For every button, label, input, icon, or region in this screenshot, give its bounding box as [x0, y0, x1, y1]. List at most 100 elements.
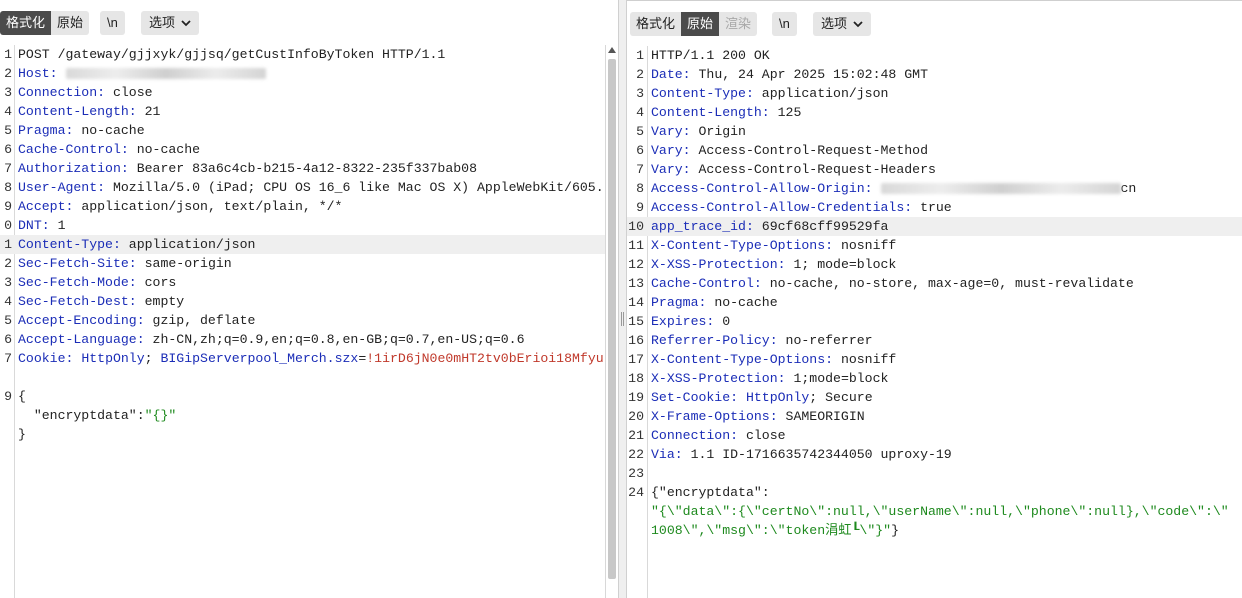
line-text: 1 [49, 218, 66, 233]
header-name: Host: [18, 66, 58, 81]
request-line: 1 Content-Type: application/json [0, 235, 618, 254]
response-line: 24 {"encryptdata": [627, 483, 1242, 502]
line-content: Host: [18, 64, 618, 83]
request-line: 7 Authorization: Bearer 83a6c4cb-b215-4a1… [0, 159, 618, 178]
header-name: Content-Length: [18, 104, 137, 119]
response-line: 5 Vary: Origin [627, 122, 1242, 141]
response-line: 19 Set-Cookie: HttpOnly; Secure [627, 388, 1242, 407]
request-scrollbar[interactable] [605, 45, 618, 598]
line-content: Date: Thu, 24 Apr 2025 15:02:48 GMT [651, 65, 1242, 84]
header-name: Cache-Control: [18, 142, 129, 157]
line-content: Vary: Access-Control-Request-Headers [651, 160, 1242, 179]
request-tab-raw[interactable]: 原始 [51, 11, 90, 35]
request-line: 3 Sec-Fetch-Mode: cors [0, 273, 618, 292]
line-number: 8 [4, 180, 12, 195]
line-number: 3 [636, 86, 644, 101]
line-content: Sec-Fetch-Site: same-origin [18, 254, 618, 273]
line-number: 5 [4, 313, 12, 328]
line-content: Pragma: no-cache [651, 293, 1242, 312]
line-content: Pragma: no-cache [18, 121, 618, 140]
response-line: 3 Content-Type: application/json [627, 84, 1242, 103]
response-tab-raw[interactable]: 原始 [681, 12, 720, 36]
response-tab-render[interactable]: 渲染 [719, 12, 758, 36]
line-number: 3 [4, 275, 12, 290]
response-editor[interactable]: 1 HTTP/1.1 200 OK 2 Date: Thu, 24 Apr 2025 … [627, 46, 1242, 598]
header-name: Content-Length: [651, 105, 770, 120]
line-text [873, 181, 881, 196]
line-text: "{\"data\":{\"certNo\":null,\"userName\"… [651, 504, 1229, 519]
request-pane: 格式化 原始 \n 选项 1 POST /gateway/gjjxyk/gjjsq… [0, 0, 618, 598]
response-line: "{\"data\":{\"certNo\":null,\"userName\"… [627, 502, 1242, 521]
line-text: HTTP/1.1 200 OK [651, 48, 770, 63]
line-content: "encryptdata":"{}" [18, 406, 618, 425]
line-number: 14 [628, 295, 644, 310]
line-content: app_trace_id: 69cf68cff99529fa [651, 217, 1242, 236]
response-line: 13 Cache-Control: no-cache, no-store, max… [627, 274, 1242, 293]
request-line: 9{ [0, 387, 618, 406]
response-line: 8 Access-Control-Allow-Origin: cn [627, 179, 1242, 198]
line-text: no-cache [128, 142, 201, 157]
line-text: zh-CN,zh;q=0.9,en;q=0.8,en-GB;q=0.7,en-U… [144, 332, 525, 347]
response-options-button[interactable]: 选项 [813, 12, 872, 36]
header-name: Expires: [651, 314, 715, 329]
line-number: 7 [4, 161, 12, 176]
request-line: 2 Sec-Fetch-Site: same-origin [0, 254, 618, 273]
line-number: 7 [4, 351, 12, 366]
line-number: 9 [636, 200, 644, 215]
line-text: cn [1120, 181, 1137, 196]
line-number: 2 [4, 66, 12, 81]
header-name: Access-Control-Allow-Credentials: [651, 200, 913, 215]
line-content: Connection: close [18, 83, 618, 102]
line-number: 22 [628, 447, 644, 462]
header-name: User-Agent: [18, 180, 106, 195]
request-line: 4 Sec-Fetch-Dest: empty [0, 292, 618, 311]
line-content: X-XSS-Protection: 1; mode=block [651, 255, 1242, 274]
line-text: 1; mode=block [785, 257, 897, 272]
response-newline-toggle[interactable]: \n [772, 12, 797, 36]
pane-splitter[interactable] [618, 0, 627, 598]
line-number: 9 [4, 389, 12, 404]
response-tab-pretty[interactable]: 格式化 [630, 12, 682, 36]
line-number: 23 [628, 466, 644, 481]
line-number: 21 [628, 428, 644, 443]
request-line: 1 POST /gateway/gjjxyk/gjjsq/getCustInfoB… [0, 45, 618, 64]
chevron-down-icon [181, 20, 191, 27]
line-content: Sec-Fetch-Dest: empty [18, 292, 618, 311]
line-text: same-origin [136, 256, 232, 271]
line-number: 10 [628, 219, 644, 234]
line-text: Bearer 83a6c4cb-b215-4a12-8322-235f337ba… [128, 161, 478, 176]
line-text: Access-Control-Request-Method [690, 143, 928, 158]
header-name: X-XSS-Protection: [651, 371, 786, 386]
request-tab-pretty[interactable]: 格式化 [0, 11, 52, 35]
line-number: 1 [4, 237, 12, 252]
request-line: } [0, 425, 618, 444]
request-editor[interactable]: 1 POST /gateway/gjjxyk/gjjsq/getCustInfoB… [0, 45, 618, 598]
request-scrollbar-thumb[interactable] [608, 59, 616, 579]
request-newline-toggle[interactable]: \n [100, 11, 125, 35]
line-text: 1;mode=block [785, 371, 889, 386]
response-line: 1 HTTP/1.1 200 OK [627, 46, 1242, 65]
line-number: 19 [628, 390, 644, 405]
response-view-mode-group: 格式化 原始 渲染 [630, 12, 758, 36]
request-options-button[interactable]: 选项 [141, 11, 200, 35]
response-lines: 1 HTTP/1.1 200 OK 2 Date: Thu, 24 Apr 2025 … [627, 46, 1242, 540]
line-content: Content-Type: application/json [18, 235, 618, 254]
line-content: Cache-Control: no-cache, no-store, max-a… [651, 274, 1242, 293]
line-number: 0 [4, 218, 12, 233]
line-text: } [891, 523, 899, 538]
line-text: true [912, 200, 952, 215]
line-text: close [738, 428, 786, 443]
header-name: Vary: [651, 143, 691, 158]
line-text: ; Secure [809, 390, 873, 405]
request-line: "encryptdata":"{}" [0, 406, 618, 425]
response-line: 20 X-Frame-Options: SAMEORIGIN [627, 407, 1242, 426]
line-content: Connection: close [651, 426, 1242, 445]
line-content: Content-Length: 125 [651, 103, 1242, 122]
scroll-up-arrow-icon[interactable] [608, 47, 616, 53]
line-number: 16 [628, 333, 644, 348]
request-line: 6 Accept-Language: zh-CN,zh;q=0.9,en;q=0.… [0, 330, 618, 349]
line-text: no-cache [73, 123, 145, 138]
header-name: Pragma: [18, 123, 74, 138]
line-content: Vary: Origin [651, 122, 1242, 141]
line-number: 5 [4, 123, 12, 138]
